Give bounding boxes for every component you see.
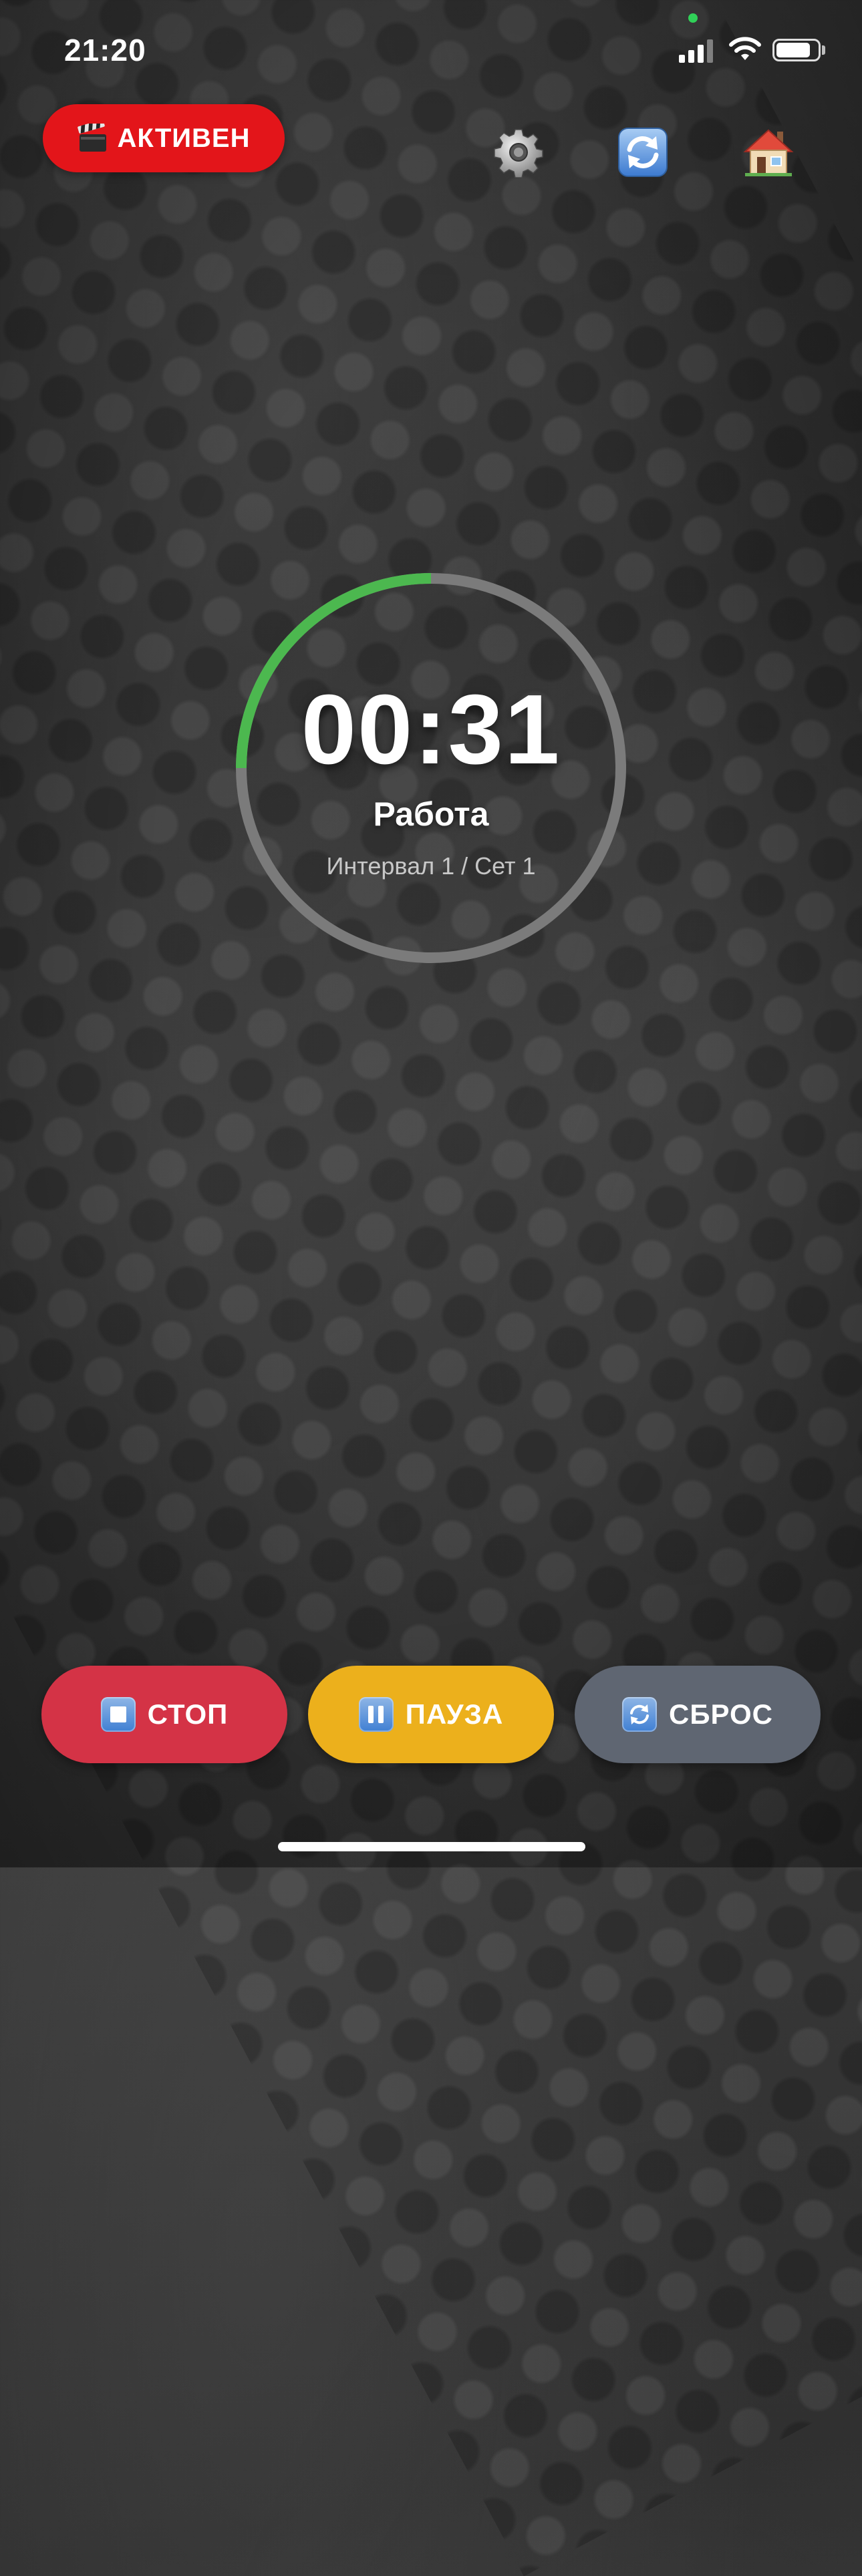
home-indicator[interactable]: [278, 1842, 585, 1851]
stop-button-label: СТОП: [147, 1698, 229, 1730]
reset-icon: [622, 1697, 657, 1732]
pause-button-label: ПАУЗА: [405, 1698, 504, 1730]
home-button[interactable]: [742, 126, 795, 179]
status-badge[interactable]: АКТИВЕН: [43, 104, 285, 172]
timer-time: 00:31: [301, 675, 561, 785]
stop-icon: [100, 1697, 136, 1732]
battery-icon: [772, 39, 821, 61]
wifi-icon: [729, 37, 761, 60]
stop-button[interactable]: СТОП: [41, 1666, 287, 1763]
reset-button[interactable]: СБРОС: [575, 1666, 821, 1763]
reset-button-label: СБРОС: [669, 1698, 773, 1730]
timer-interval-info: Интервал 1 / Сет 1: [326, 852, 536, 880]
settings-button[interactable]: [492, 126, 545, 179]
house-icon: [743, 129, 794, 176]
timer-phase: Работа: [373, 795, 489, 833]
pause-icon: [358, 1697, 394, 1732]
timer-ring: 00:31 Работа Интервал 1 / Сет 1: [236, 573, 626, 963]
battery-tip: [822, 45, 825, 55]
pause-button[interactable]: ПАУЗА: [308, 1666, 554, 1763]
battery-fill: [776, 43, 811, 57]
status-time: 21:20: [64, 33, 146, 67]
status-bar: 21:20: [0, 0, 862, 100]
cellular-signal-icon: [679, 39, 713, 63]
refresh-icon: [618, 128, 668, 177]
clapperboard-icon: [77, 124, 106, 152]
status-badge-label: АКТИВЕН: [117, 123, 251, 153]
camera-indicator-dot: [688, 13, 698, 23]
gear-icon: [494, 129, 543, 178]
refresh-button[interactable]: [616, 126, 670, 179]
